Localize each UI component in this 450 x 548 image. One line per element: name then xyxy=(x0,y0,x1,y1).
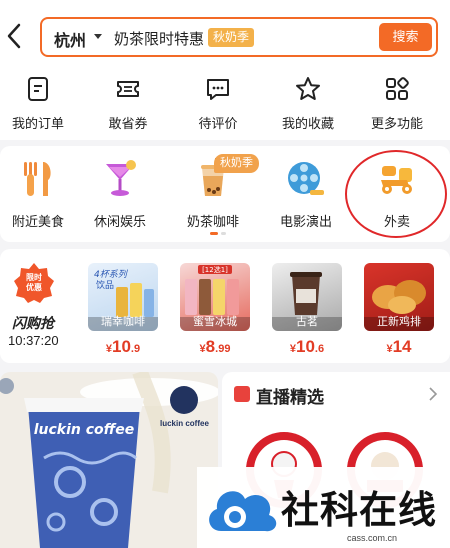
carousel-indicator xyxy=(210,232,229,250)
svg-text:优惠: 优惠 xyxy=(26,282,42,292)
search-tag: 秋奶季 xyxy=(208,28,255,47)
category-label: 电影演出 xyxy=(279,214,332,229)
city-selector[interactable]: 杭州 xyxy=(54,27,86,51)
caret-down-icon[interactable] xyxy=(94,34,102,39)
luckin-promo-banner[interactable]: luckin coffee xyxy=(0,372,218,548)
deal-image: 正新鸡排 xyxy=(364,263,434,331)
quick-action-favorites[interactable]: 我的收藏 xyxy=(270,76,346,132)
deal-name: 正新鸡排 xyxy=(377,316,421,328)
quick-action-label: 我的订单 xyxy=(11,116,64,131)
quick-action-label: 我的收藏 xyxy=(281,116,334,131)
price-decimal: .9 xyxy=(130,343,141,355)
category-food[interactable]: 附近美食 xyxy=(0,158,80,230)
fork-knife-icon xyxy=(24,162,51,196)
deal-name: 瑞幸咖啡 xyxy=(101,316,145,328)
live-icon xyxy=(234,386,250,402)
flash-sale-badge: 限时 优惠 xyxy=(14,263,54,303)
comment-icon xyxy=(207,79,229,100)
deal-name: 古茗 xyxy=(296,316,318,328)
svg-text:饮品: 饮品 xyxy=(96,279,114,291)
price-integer: 14 xyxy=(392,337,412,356)
quick-action-more[interactable]: 更多功能 xyxy=(359,76,435,132)
luckin-cup-illustration: luckin coffee xyxy=(0,372,218,548)
quick-action-label: 更多功能 xyxy=(370,116,423,131)
price-integer: 8 xyxy=(205,337,216,356)
quick-action-review[interactable]: 待评价 xyxy=(180,76,256,132)
deal-card[interactable]: 古茗 ¥10.6 xyxy=(272,263,342,357)
watermark-url: cass.com.cn xyxy=(347,533,398,543)
category-label: 休闲娱乐 xyxy=(93,214,146,229)
quick-action-label: 敢省券 xyxy=(108,116,148,131)
price-integer: 10 xyxy=(112,337,131,356)
deal-name: 蜜雪冰城 xyxy=(193,316,237,328)
price-integer: 10 xyxy=(296,337,315,356)
svg-text:4杯系列: 4杯系列 xyxy=(94,269,129,280)
svg-text:限时: 限时 xyxy=(26,272,42,282)
deal-image: 4杯系列 饮品 瑞幸咖啡 xyxy=(88,263,158,331)
deal-price: ¥10.9 xyxy=(88,337,158,357)
price-decimal: .6 xyxy=(314,343,325,355)
flash-sale-section: 限时 优惠 闪购抢 10:37:20 4杯系列 饮品 瑞幸咖啡 ¥10.9 [1… xyxy=(0,249,450,363)
category-label: 奶茶咖啡 xyxy=(186,214,239,229)
flash-sale-title: 闪购抢 xyxy=(12,315,54,331)
deal-price: ¥8.99 xyxy=(180,337,250,357)
quick-action-label: 待评价 xyxy=(198,116,238,131)
chevron-right-icon[interactable] xyxy=(428,387,438,401)
coupon-icon xyxy=(117,81,139,97)
indicator-dot xyxy=(221,232,226,235)
luckin-logo-text: luckin coffee xyxy=(160,419,209,428)
quick-actions: 我的订单 敢省券 待评价 我的收藏 更多功能 xyxy=(0,68,450,140)
live-section-title: 直播精选 xyxy=(256,388,324,407)
deal-card[interactable]: 正新鸡排 ¥14 xyxy=(364,263,434,357)
countdown-timer: 10:37:20 xyxy=(8,333,59,348)
quick-action-coupons[interactable]: 敢省券 xyxy=(90,76,166,132)
search-button[interactable]: 搜索 xyxy=(379,23,432,51)
deal-price: ¥14 xyxy=(364,337,434,357)
svg-text:[12选1]: [12选1] xyxy=(202,265,228,274)
search-header: 杭州 奶茶限时特惠 秋奶季 搜索 xyxy=(0,0,450,68)
watermark-text: 社科在线 xyxy=(281,490,438,532)
category-badge: 秋奶季 xyxy=(214,154,259,173)
order-list-icon xyxy=(28,77,48,101)
deal-price: ¥10.6 xyxy=(272,337,342,357)
deal-image: [12选1] 蜜雪冰城 xyxy=(180,263,250,331)
film-reel-icon xyxy=(288,162,324,195)
indicator-active xyxy=(210,232,218,235)
cloud-logo-icon xyxy=(209,491,277,532)
cocktail-icon xyxy=(106,160,136,196)
chevron-left-icon[interactable] xyxy=(4,22,26,50)
search-input[interactable]: 奶茶限时特惠 xyxy=(114,28,204,49)
price-decimal: .99 xyxy=(215,343,231,355)
deal-card[interactable]: 4杯系列 饮品 瑞幸咖啡 ¥10.9 xyxy=(88,263,158,357)
search-bar[interactable]: 杭州 奶茶限时特惠 秋奶季 搜索 xyxy=(40,17,438,57)
category-movies[interactable]: 电影演出 xyxy=(264,158,348,230)
svg-text:luckin coffee: luckin coffee xyxy=(34,422,135,438)
deal-card[interactable]: [12选1] 蜜雪冰城 ¥8.99 xyxy=(180,263,250,357)
category-entertainment[interactable]: 休闲娱乐 xyxy=(78,158,162,230)
deal-image: 古茗 xyxy=(272,263,342,331)
star-icon xyxy=(296,77,320,100)
grid-icon xyxy=(386,77,409,100)
site-watermark: 社科在线 cass.com.cn xyxy=(197,467,450,548)
quick-action-orders[interactable]: 我的订单 xyxy=(0,76,76,132)
category-label: 附近美食 xyxy=(11,214,64,229)
highlight-circle xyxy=(345,150,447,238)
